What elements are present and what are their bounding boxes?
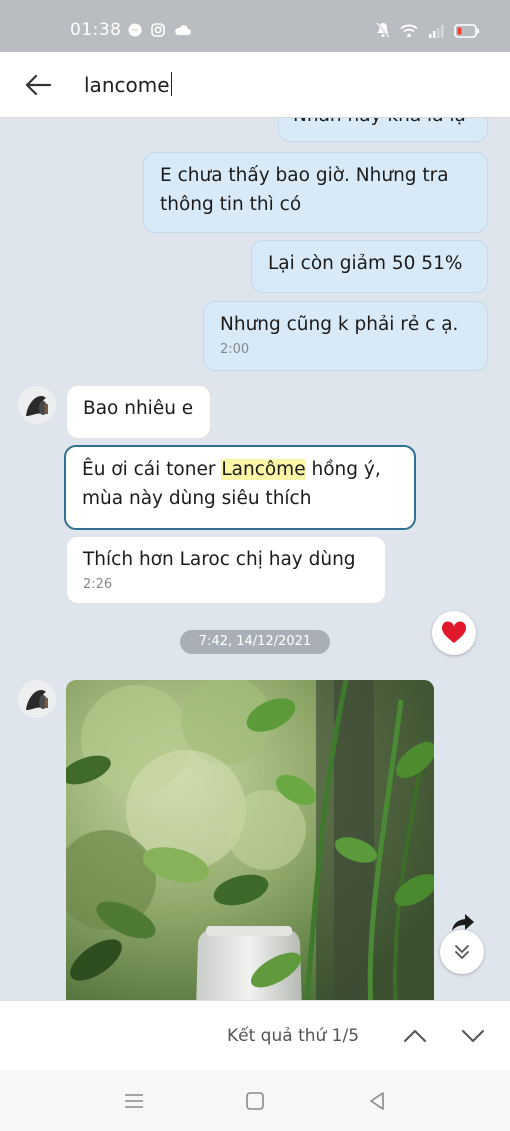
avatar-image [18, 386, 56, 424]
scroll-to-bottom-button[interactable] [440, 930, 484, 974]
message-bubble-outgoing[interactable]: Lại còn giảm 50 51% [251, 240, 488, 293]
wifi-icon [400, 23, 418, 42]
battery-low-icon [454, 23, 480, 42]
message-bubble-outgoing[interactable]: Nhưng cũng k phải rẻ c ạ. 2:00 [203, 301, 488, 371]
menu-lines-icon [125, 1094, 143, 1108]
search-input[interactable]: lancome [84, 72, 172, 97]
date-separator: 7:42, 14/12/2021 [180, 630, 330, 654]
chat-area[interactable]: Nhắn hay khá là lạ E chưa thấy bao giờ. … [0, 118, 510, 1000]
system-back-button[interactable] [364, 1088, 390, 1114]
message-bubble-outgoing[interactable]: Nhắn hay khá là lạ [278, 118, 488, 142]
message-text: Nhắn hay khá là lạ [293, 118, 466, 130]
avatar-image [18, 680, 56, 718]
reaction-button[interactable] [432, 611, 476, 655]
instagram-icon [151, 23, 165, 37]
search-result-counter: Kết quả thứ 1/5 [227, 1026, 360, 1046]
message-text: Bao nhiêu e [83, 398, 194, 419]
status-time: 01:38 [70, 20, 122, 40]
text-cursor [170, 72, 172, 96]
square-icon [246, 1092, 264, 1110]
heart-icon [441, 621, 467, 643]
next-result-button[interactable] [456, 1019, 490, 1053]
chevron-up-icon [404, 1030, 426, 1042]
message-text: E chưa thấy bao giờ. Nhưng tra thông tin… [160, 165, 449, 215]
message-bubble-incoming-highlighted[interactable]: Êu ơi cái toner Lancôme hồng ý, mùa này … [64, 445, 416, 530]
status-bar: 01:38 [0, 0, 510, 52]
status-right-icons [376, 22, 480, 42]
message-text: Thích hơn Laroc chị hay dùng [83, 549, 356, 570]
photo-message[interactable] [66, 680, 434, 1000]
search-highlight: Lancôme [221, 459, 306, 480]
chevron-down-icon [462, 1030, 484, 1042]
search-query-text: lancome [84, 73, 170, 97]
triangle-back-icon [370, 1092, 384, 1110]
cloud-icon [174, 23, 192, 37]
notification-icons [128, 23, 192, 37]
messenger-icon [128, 23, 142, 37]
mute-icon [376, 22, 390, 42]
arrow-left-icon [25, 74, 52, 96]
previous-result-button[interactable] [398, 1019, 432, 1053]
contact-avatar[interactable] [18, 680, 56, 718]
message-time: 2:00 [220, 342, 250, 357]
message-text: Nhưng cũng k phải rẻ c ạ. [220, 314, 459, 335]
system-navigation-bar [0, 1070, 510, 1131]
photo-image [66, 680, 434, 1000]
message-text: Lại còn giảm 50 51% [268, 253, 463, 274]
double-chevron-down-icon [455, 945, 469, 959]
message-text-before: Êu ơi cái toner [82, 459, 222, 480]
message-bubble-incoming[interactable]: Thích hơn Laroc chị hay dùng 2:26 [66, 536, 386, 604]
search-results-bar: Kết quả thứ 1/5 [0, 1000, 510, 1070]
contact-avatar[interactable] [18, 386, 56, 424]
message-time: 2:26 [83, 577, 113, 592]
recent-apps-button[interactable] [121, 1088, 147, 1114]
home-button[interactable] [242, 1088, 268, 1114]
signal-icon [428, 23, 444, 42]
share-arrow-icon [452, 914, 474, 931]
message-bubble-outgoing[interactable]: E chưa thấy bao giờ. Nhưng tra thông tin… [143, 152, 488, 233]
message-bubble-incoming[interactable]: Bao nhiêu e [66, 385, 211, 439]
back-button[interactable] [22, 69, 54, 101]
search-header: lancome [0, 52, 510, 118]
